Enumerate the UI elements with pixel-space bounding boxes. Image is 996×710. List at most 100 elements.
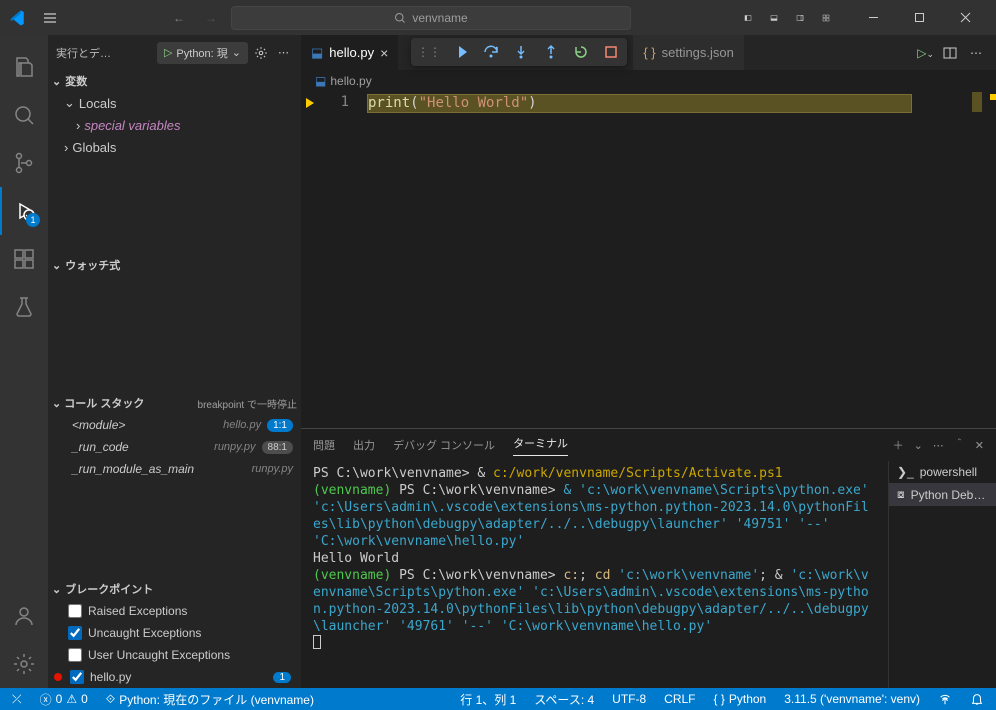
run-file-icon[interactable]: ▷⌄ (917, 46, 934, 60)
maximize-panel-icon[interactable]: ＾ (954, 437, 965, 453)
status-language[interactable]: { }Python (710, 692, 771, 706)
settings-gear-icon[interactable] (0, 640, 48, 688)
debug-settings-icon[interactable] (254, 46, 268, 60)
section-variables[interactable]: ⌄変数 (48, 70, 301, 92)
remote-indicator-icon[interactable]: ⤫ (8, 692, 26, 707)
panel-tab-output[interactable]: 出力 (353, 437, 375, 453)
layout-sidebar-right-icon[interactable] (788, 6, 812, 30)
layout-sidebar-left-icon[interactable] (736, 6, 760, 30)
warning-icon: ⚠ (66, 692, 77, 706)
nav-back-icon[interactable]: ← (167, 7, 191, 29)
window-minimize-icon[interactable] (850, 0, 896, 35)
panel-more-icon[interactable]: ⋯ (933, 439, 944, 452)
status-problems[interactable]: ⓧ0 ⚠0 (36, 691, 92, 708)
json-file-icon: { } (643, 45, 655, 60)
drag-handle-icon[interactable]: ⋮⋮ (417, 45, 441, 59)
terminal-item-pydebug[interactable]: ⧇Python Deb… (889, 483, 996, 506)
tab-hello[interactable]: ⬓ hello.py × (301, 35, 399, 70)
step-into-icon[interactable] (511, 42, 531, 62)
panel-tab-problems[interactable]: 問題 (313, 437, 335, 453)
bp-uncaught[interactable]: Uncaught Exceptions (48, 622, 301, 644)
source-control-icon[interactable] (0, 139, 48, 187)
line-number: 1 (319, 94, 349, 428)
breadcrumb[interactable]: ⬓ hello.py (301, 70, 996, 92)
terminal-list: ❯_powershell ⧇Python Deb… (888, 461, 996, 688)
overview-ruler[interactable] (982, 92, 996, 428)
step-over-icon[interactable] (481, 42, 501, 62)
bp-user-uncaught[interactable]: User Uncaught Exceptions (48, 644, 301, 666)
status-lncol[interactable]: 行 1、列 1 (456, 691, 520, 708)
vscode-logo-icon (8, 9, 26, 27)
start-debug-icon[interactable]: ▷ (164, 46, 172, 59)
callstack-frame[interactable]: _run_module_as_main runpy.py (48, 458, 301, 480)
status-debug-config[interactable]: ⟐Python: 現在のファイル (venvname) (102, 691, 318, 708)
terminal-dropdown-icon[interactable]: ⌄ (914, 439, 923, 452)
tree-globals[interactable]: ›Globals (52, 136, 301, 158)
status-bell-icon[interactable] (966, 692, 988, 706)
python-file-icon: ⬓ (311, 45, 323, 61)
tab-settings[interactable]: { } settings.json (633, 35, 745, 70)
code-line[interactable]: print("Hello World") (367, 94, 912, 113)
layout-customize-icon[interactable] (814, 6, 838, 30)
extensions-icon[interactable] (0, 235, 48, 283)
new-terminal-icon[interactable]: ＋ (893, 437, 904, 453)
step-out-icon[interactable] (541, 42, 561, 62)
tree-locals[interactable]: ⌄Locals (52, 92, 301, 114)
debug-icon: ⧇ (897, 487, 905, 502)
editor-more-icon[interactable]: ⋯ (966, 44, 986, 62)
chevron-down-icon: ⌄ (232, 46, 241, 59)
testing-icon[interactable] (0, 283, 48, 331)
bp-file[interactable]: hello.py1 (48, 666, 301, 688)
restart-icon[interactable] (571, 42, 591, 62)
search-activity-icon[interactable] (0, 91, 48, 139)
stop-icon[interactable] (601, 42, 621, 62)
search-placeholder: venvname (412, 11, 467, 25)
status-encoding[interactable]: UTF-8 (608, 692, 650, 706)
code-editor[interactable]: 1 print("Hello World") (301, 92, 996, 428)
section-callstack[interactable]: ⌄ コール スタック breakpoint で一時停止 (48, 392, 301, 414)
status-interpreter[interactable]: 3.11.5 ('venvname': venv) (780, 692, 924, 706)
command-center[interactable]: venvname (231, 6, 631, 30)
terminal-output[interactable]: PS C:\work\venvname> & c:/work/venvname/… (301, 461, 888, 688)
callstack-status: breakpoint で一時停止 (198, 396, 297, 411)
minimap[interactable] (972, 92, 982, 112)
python-file-icon: ⬓ (315, 74, 326, 88)
section-breakpoints[interactable]: ⌄ブレークポイント (48, 578, 301, 600)
nav-forward-icon[interactable]: → (199, 7, 223, 29)
explorer-icon[interactable] (0, 43, 48, 91)
status-bar: ⤫ ⓧ0 ⚠0 ⟐Python: 現在のファイル (venvname) 行 1、… (0, 688, 996, 710)
debug-config-label: Python: 現 (176, 45, 227, 61)
status-spaces[interactable]: スペース: 4 (530, 691, 598, 708)
bp-raised[interactable]: Raised Exceptions (48, 600, 301, 622)
debug-activity-icon[interactable]: 1 (0, 187, 48, 235)
accounts-icon[interactable] (0, 592, 48, 640)
debug-small-icon: ⟐ (106, 692, 115, 707)
error-icon: ⓧ (40, 691, 52, 708)
debug-toolbar[interactable]: ⋮⋮ (411, 38, 627, 66)
activity-bar: 1 (0, 35, 48, 688)
sidebar-title: 実行とデ… (56, 45, 151, 61)
panel-tab-terminal[interactable]: ターミナル (513, 435, 568, 456)
tree-special-variables[interactable]: ›special variables (52, 114, 301, 136)
window-close-icon[interactable] (942, 0, 988, 35)
status-eol[interactable]: CRLF (660, 692, 699, 706)
continue-icon[interactable] (451, 42, 471, 62)
panel-tab-debugconsole[interactable]: デバッグ コンソール (393, 437, 495, 453)
split-editor-icon[interactable] (942, 45, 958, 61)
window-maximize-icon[interactable] (896, 0, 942, 35)
terminal-item-powershell[interactable]: ❯_powershell (889, 461, 996, 483)
layout-panel-icon[interactable] (762, 6, 786, 30)
terminal-icon: ❯_ (897, 465, 914, 479)
title-bar: ← → venvname (0, 0, 996, 35)
callstack-frame[interactable]: _run_code runpy.py 88:1 (48, 436, 301, 458)
close-panel-icon[interactable]: ✕ (975, 439, 984, 452)
close-icon[interactable]: × (380, 45, 388, 61)
breakpoint-indicator-icon[interactable] (301, 94, 319, 428)
section-watch[interactable]: ⌄ウォッチ式 (48, 254, 301, 276)
menu-icon[interactable] (38, 6, 62, 30)
debug-badge: 1 (26, 213, 40, 227)
more-actions-icon[interactable]: ⋯ (274, 44, 293, 61)
status-radio-tower-icon[interactable] (934, 692, 956, 706)
debug-config-selector[interactable]: ▷ Python: 現 ⌄ (157, 42, 248, 64)
callstack-frame[interactable]: <module> hello.py 1:1 (48, 414, 301, 436)
